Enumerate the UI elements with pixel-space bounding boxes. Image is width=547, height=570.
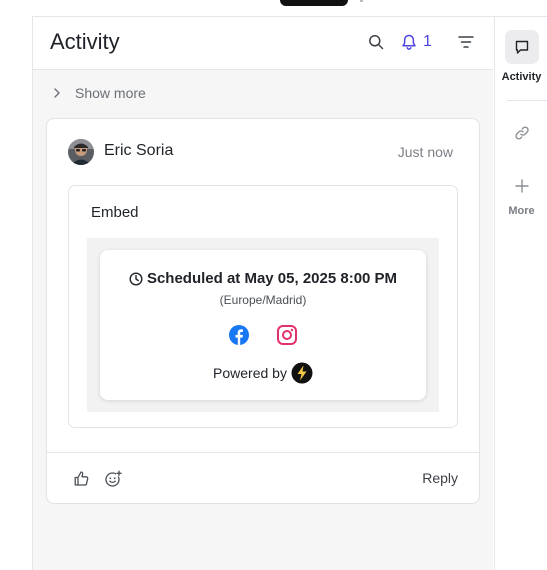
like-button[interactable] xyxy=(73,470,91,488)
filter-button[interactable] xyxy=(455,31,477,53)
timestamp: Just now xyxy=(397,144,453,160)
rail-item-link[interactable] xyxy=(495,125,547,141)
search-button[interactable] xyxy=(365,31,387,53)
social-networks xyxy=(100,324,426,351)
comment-icon xyxy=(515,40,528,54)
right-rail: Activity More xyxy=(494,17,547,570)
bell-icon xyxy=(402,34,416,50)
facebook-icon xyxy=(228,324,250,351)
card-divider xyxy=(47,452,479,453)
show-more-label: Show more xyxy=(75,85,146,101)
chevron-right-icon xyxy=(53,88,61,98)
powered-by: Powered by xyxy=(100,362,426,384)
window-notch xyxy=(280,0,348,6)
notifications-button[interactable]: 1 xyxy=(401,31,432,53)
avatar[interactable] xyxy=(68,139,94,165)
show-more-button[interactable]: Show more xyxy=(53,83,146,103)
scheduled-text: Scheduled at May 05, 2025 8:00 PM xyxy=(146,270,398,287)
panel-header: Activity 1 xyxy=(33,17,493,70)
thumbs-up-icon xyxy=(74,471,89,486)
author-name: Eric Soria xyxy=(104,142,174,159)
rail-divider xyxy=(507,100,547,101)
page-title: Activity xyxy=(50,29,120,54)
timezone-label: (Europe/Madrid) xyxy=(219,293,307,307)
link-icon xyxy=(514,126,529,140)
window-notch-dot xyxy=(360,0,363,2)
schedule-card: Scheduled at May 05, 2025 8:00 PM (Europ… xyxy=(100,250,426,400)
rail-activity-label: Activity xyxy=(501,71,542,83)
instagram-icon xyxy=(276,324,298,351)
scheduled-line: Scheduled at May 05, 2025 8:00 PM xyxy=(100,270,426,287)
search-icon xyxy=(369,35,384,50)
rail-activity-chip xyxy=(504,30,539,64)
add-reaction-button[interactable] xyxy=(104,470,122,488)
embed-preview: Scheduled at May 05, 2025 8:00 PM (Europ… xyxy=(87,238,439,412)
notification-count: 1 xyxy=(423,33,432,50)
rail-more-label: More xyxy=(508,205,535,217)
clock-icon xyxy=(129,271,143,286)
reply-button[interactable]: Reply xyxy=(422,470,458,486)
powered-by-label: Powered by xyxy=(213,365,287,381)
rail-item-activity[interactable]: Activity xyxy=(495,30,547,83)
lightning-logo-icon xyxy=(291,362,313,384)
rail-item-more[interactable]: More xyxy=(495,179,547,217)
embed-block: Embed Scheduled at May 05, 2025 8:00 PM … xyxy=(68,185,458,428)
left-gutter xyxy=(0,16,33,570)
filter-icon xyxy=(458,36,474,48)
plus-icon xyxy=(514,179,529,193)
activity-card: Eric Soria Just now Embed Scheduled at M… xyxy=(46,118,480,504)
embed-label: Embed xyxy=(91,204,139,221)
emoji-add-icon xyxy=(105,470,122,487)
activity-panel: Activity 1 Show more Eric Soria Just now… xyxy=(33,17,493,570)
